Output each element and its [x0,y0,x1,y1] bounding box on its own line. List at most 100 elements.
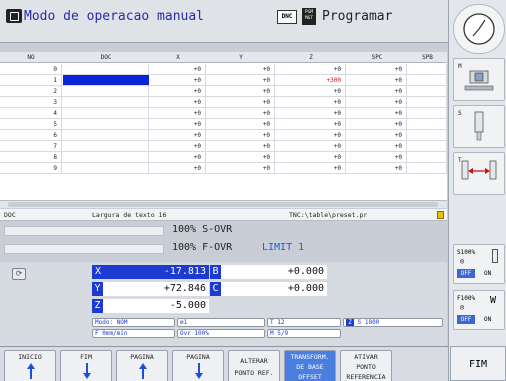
cell-z[interactable]: +0 [276,64,346,75]
clock-button[interactable] [453,4,505,54]
cell-no[interactable]: 2 [0,86,62,97]
cell-spc[interactable]: +0 [347,108,407,119]
cell-y[interactable]: +0 [207,97,275,108]
cell-doc[interactable] [63,64,149,75]
selected-cell-cursor[interactable] [63,75,149,85]
table-row[interactable]: 3 +0 +0 +0 +0 [0,97,447,108]
table-row[interactable]: 1 +0 +0 +300 +0 [0,75,447,86]
cell-spb[interactable] [408,64,447,75]
table-row[interactable]: 8 +0 +0 +0 +0 [0,152,447,163]
feed-override-widget[interactable]: F100% ◎ OFF ON W [453,290,505,330]
cell-no[interactable]: 9 [0,163,62,174]
cell-spb[interactable] [408,130,447,141]
cell-x[interactable]: +0 [150,86,206,97]
cell-no[interactable]: 0 [0,64,62,75]
table-row[interactable]: 6 +0 +0 +0 +0 [0,130,447,141]
cell-z[interactable]: +0 [276,108,346,119]
cell-doc[interactable] [63,130,149,141]
cell-spb[interactable] [408,86,447,97]
cell-spc[interactable]: +0 [347,163,407,174]
cell-spc[interactable]: +0 [347,97,407,108]
column-doc[interactable]: DOC [63,52,149,63]
softkey-pagina-up[interactable]: PAGINA [116,350,168,381]
cell-x[interactable]: +0 [150,64,206,75]
cell-y[interactable]: +0 [207,108,275,119]
cell-x[interactable]: +0 [150,75,206,86]
cell-spb[interactable] [408,141,447,152]
table-hscrollbar[interactable] [0,200,447,208]
softkey-fim[interactable]: FIM [60,350,112,381]
cell-z[interactable]: +0 [276,97,346,108]
cell-z[interactable]: +300 [276,75,346,86]
cell-doc[interactable] [63,141,149,152]
softkey-ativar-ponto-referencia[interactable]: ATIVAR PONTO REFERENCIA [340,350,392,381]
cell-x[interactable]: +0 [150,119,206,130]
cell-y[interactable]: +0 [207,152,275,163]
t-tool-button[interactable]: T [453,152,505,195]
cell-spc[interactable]: +0 [347,141,407,152]
cell-x[interactable]: +0 [150,141,206,152]
cell-z[interactable]: +0 [276,152,346,163]
dnc-badge[interactable]: DNC [277,10,297,24]
cell-x[interactable]: +0 [150,97,206,108]
table-row[interactable]: 5 +0 +0 +0 +0 [0,119,447,130]
pgm-mgt-icon[interactable]: PGM MGT [302,8,316,25]
program-mode-label[interactable]: Programar [322,9,392,24]
cell-spc[interactable]: +0 [347,130,407,141]
cell-no[interactable]: 6 [0,130,62,141]
table-row[interactable]: 9 +0 +0 +0 +0 [0,163,447,174]
cell-spb[interactable] [408,97,447,108]
cell-doc[interactable] [63,108,149,119]
column-z[interactable]: Z [276,52,346,63]
table-row[interactable]: 4 +0 +0 +0 +0 [0,108,447,119]
f-on-label[interactable]: ON [484,316,491,323]
cell-y[interactable]: +0 [207,86,275,97]
cell-no[interactable]: 7 [0,141,62,152]
softkey-fim-exit[interactable]: FIM [450,346,506,381]
cell-spb[interactable] [408,152,447,163]
softkey-transform-de-base[interactable]: TRANSFORM. DE BASE OFFSET [284,350,336,381]
column-no[interactable]: NO [0,52,62,63]
cell-spc[interactable]: +0 [347,64,407,75]
cell-spb[interactable] [408,75,447,86]
column-y[interactable]: Y [207,52,275,63]
cell-no[interactable]: 3 [0,97,62,108]
cell-doc[interactable] [63,86,149,97]
cell-spc[interactable]: +0 [347,86,407,97]
cell-x[interactable]: +0 [150,152,206,163]
cell-spb[interactable] [408,119,447,130]
cell-y[interactable]: +0 [207,163,275,174]
cell-no[interactable]: 4 [0,108,62,119]
s-spindle-button[interactable]: S [453,105,505,148]
softkey-alterar-ponto-ref[interactable]: ALTERAR PONTO REF. [228,350,280,381]
table-row[interactable]: 0 +0 +0 +0 +0 [0,64,447,75]
cell-z[interactable]: +0 [276,86,346,97]
cell-y[interactable]: +0 [207,130,275,141]
cell-y[interactable]: +0 [207,64,275,75]
cell-x[interactable]: +0 [150,163,206,174]
cell-z[interactable]: +0 [276,163,346,174]
cell-z[interactable]: +0 [276,141,346,152]
cell-x[interactable]: +0 [150,130,206,141]
s-off-toggle[interactable]: OFF [457,269,475,278]
cell-doc[interactable] [63,119,149,130]
s-on-label[interactable]: ON [484,270,491,277]
cell-z[interactable]: +0 [276,119,346,130]
cell-y[interactable]: +0 [207,75,275,86]
cell-spb[interactable] [408,108,447,119]
f-off-toggle[interactable]: OFF [457,315,475,324]
cell-spc[interactable]: +0 [347,75,407,86]
column-spb[interactable]: SPB [408,52,447,63]
cell-spc[interactable]: +0 [347,152,407,163]
table-row[interactable]: 7 +0 +0 +0 +0 [0,141,447,152]
cell-z[interactable]: +0 [276,130,346,141]
softkey-pagina-down[interactable]: PAGINA [172,350,224,381]
cell-doc[interactable] [63,152,149,163]
cell-spc[interactable]: +0 [347,119,407,130]
cell-y[interactable]: +0 [207,119,275,130]
cell-no[interactable]: 5 [0,119,62,130]
softkey-inicio[interactable]: INICIO [4,350,56,381]
refresh-icon[interactable]: ⟳ [12,268,26,280]
cell-y[interactable]: +0 [207,141,275,152]
cell-doc[interactable] [63,163,149,174]
